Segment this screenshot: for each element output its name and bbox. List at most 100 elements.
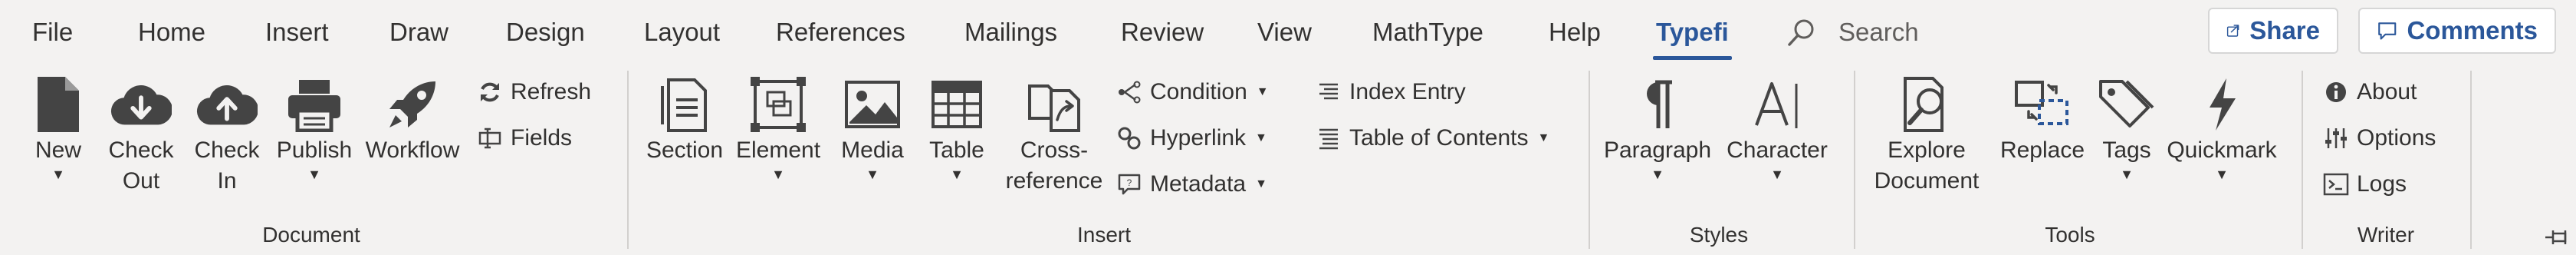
refresh-icon [481, 82, 499, 102]
tags-button[interactable]: Tags ▼ [2091, 74, 2162, 183]
hyperlink-button[interactable]: Hyperlink ▼ [1116, 117, 1267, 160]
svg-text:?: ? [1127, 177, 1132, 188]
share-button[interactable]: Share [2208, 8, 2338, 54]
replace-label: Replace [1999, 137, 2085, 163]
workflow-button[interactable]: Workflow [360, 74, 465, 166]
replace-button[interactable]: Replace [1998, 74, 2087, 166]
comment-icon [2378, 22, 2397, 40]
chevron-down-icon: ▼ [2120, 167, 2134, 182]
character-style-button[interactable]: Character ▼ [1722, 74, 1832, 183]
explore-label-line2: Document [1874, 168, 1980, 194]
tab-mailings[interactable]: Mailings [964, 0, 1057, 65]
tab-file[interactable]: File [32, 0, 73, 65]
condition-button[interactable]: Condition ▼ [1116, 71, 1269, 114]
fields-button[interactable]: Fields [477, 117, 572, 160]
metadata-label: Metadata [1150, 171, 1247, 197]
table-icon [932, 81, 982, 128]
options-button[interactable]: Options [2323, 117, 2436, 160]
refresh-label: Refresh [511, 79, 592, 104]
logs-label: Logs [2357, 171, 2407, 197]
paragraph-label: Paragraph [1603, 137, 1712, 163]
chevron-down-icon: ▼ [771, 167, 785, 182]
chevron-down-icon: ▼ [1256, 85, 1269, 98]
workflow-label: Workflow [365, 137, 460, 163]
section-label: Section [646, 137, 724, 163]
section-icon [661, 78, 707, 132]
about-button[interactable]: About [2323, 71, 2417, 114]
logs-button[interactable]: Logs [2323, 163, 2407, 206]
check-out-button[interactable]: Check Out [104, 74, 178, 197]
tab-layout[interactable]: Layout [644, 0, 720, 65]
cross-reference-button[interactable]: Cross- reference [998, 74, 1110, 197]
hyperlink-label: Hyperlink [1150, 125, 1247, 151]
about-label: About [2357, 79, 2417, 104]
group-label-insert: Insert [1076, 223, 1132, 247]
cloud-download-icon [110, 85, 172, 125]
tab-review[interactable]: Review [1121, 0, 1204, 65]
quickmark-label: Quickmark [2167, 137, 2277, 163]
link-icon [1118, 127, 1141, 150]
index-entry-button[interactable]: Index Entry [1316, 71, 1466, 114]
explore-label-line1: Explore [1888, 137, 1966, 163]
element-button[interactable]: Element ▼ [733, 74, 823, 183]
share-label: Share [2249, 16, 2320, 45]
quickmark-button[interactable]: Quickmark ▼ [2160, 74, 2283, 183]
check-out-label-line2: Out [122, 168, 160, 194]
rocket-icon [389, 81, 435, 128]
media-button[interactable]: Media ▼ [833, 74, 912, 183]
table-label: Table [929, 137, 984, 163]
publish-button[interactable]: Publish ▼ [271, 74, 357, 183]
refresh-button[interactable]: Refresh [477, 71, 591, 114]
chevron-down-icon: ▼ [950, 167, 964, 182]
pilcrow-icon [1647, 80, 1672, 128]
tab-typefi[interactable]: Typefi [1653, 0, 1732, 65]
metadata-icon: ? [1118, 174, 1141, 195]
new-button[interactable]: New ▼ [26, 74, 90, 183]
group-label-writer: Writer [2357, 223, 2415, 247]
tab-draw[interactable]: Draw [389, 0, 449, 65]
index-entry-label: Index Entry [1349, 79, 1466, 104]
character-style-icon [1755, 82, 1798, 128]
element-label: Element [735, 137, 821, 163]
pin-ribbon-icon[interactable] [2544, 227, 2570, 247]
chevron-down-icon: ▼ [2215, 167, 2229, 182]
tab-help[interactable]: Help [1549, 0, 1601, 65]
tab-mathtype[interactable]: MathType [1372, 0, 1484, 65]
info-icon [2326, 82, 2346, 102]
media-label: Media [841, 137, 904, 163]
explore-document-button[interactable]: Explore Document [1866, 74, 1987, 197]
image-icon [845, 81, 900, 128]
lightning-icon [2210, 78, 2236, 131]
table-of-contents-icon [1319, 128, 1338, 150]
character-label: Character [1727, 137, 1828, 163]
metadata-button[interactable]: ? Metadata ▼ [1116, 163, 1267, 206]
tab-insert[interactable]: Insert [265, 0, 329, 65]
tab-design[interactable]: Design [506, 0, 585, 65]
group-separator [2302, 71, 2303, 249]
replace-icon [2015, 81, 2068, 125]
table-of-contents-button[interactable]: Table of Contents ▼ [1316, 117, 1549, 160]
comments-button[interactable]: Comments [2358, 8, 2556, 54]
check-in-label-line2: In [217, 168, 237, 194]
tab-references[interactable]: References [776, 0, 905, 65]
table-button[interactable]: Table ▼ [920, 74, 994, 183]
chevron-down-icon: ▼ [1770, 167, 1784, 182]
search-box[interactable]: Search [1838, 0, 1919, 65]
condition-icon [1119, 81, 1141, 104]
section-button[interactable]: Section [642, 74, 727, 166]
condition-label: Condition [1150, 79, 1247, 104]
chevron-down-icon: ▼ [1255, 177, 1267, 190]
check-out-label-line1: Check [108, 137, 174, 163]
tab-view[interactable]: View [1257, 0, 1312, 65]
check-in-button[interactable]: Check In [193, 74, 261, 197]
element-icon [751, 77, 806, 132]
search-icon[interactable] [1786, 17, 1817, 48]
chevron-down-icon: ▼ [1255, 131, 1267, 144]
options-label: Options [2357, 125, 2436, 151]
tab-home[interactable]: Home [138, 0, 205, 65]
chevron-down-icon: ▼ [866, 167, 879, 182]
tags-label: Tags [2102, 137, 2151, 163]
paragraph-style-button[interactable]: Paragraph ▼ [1602, 74, 1713, 183]
group-label-tools: Tools [2045, 223, 2095, 247]
cross-reference-icon [1028, 84, 1080, 132]
